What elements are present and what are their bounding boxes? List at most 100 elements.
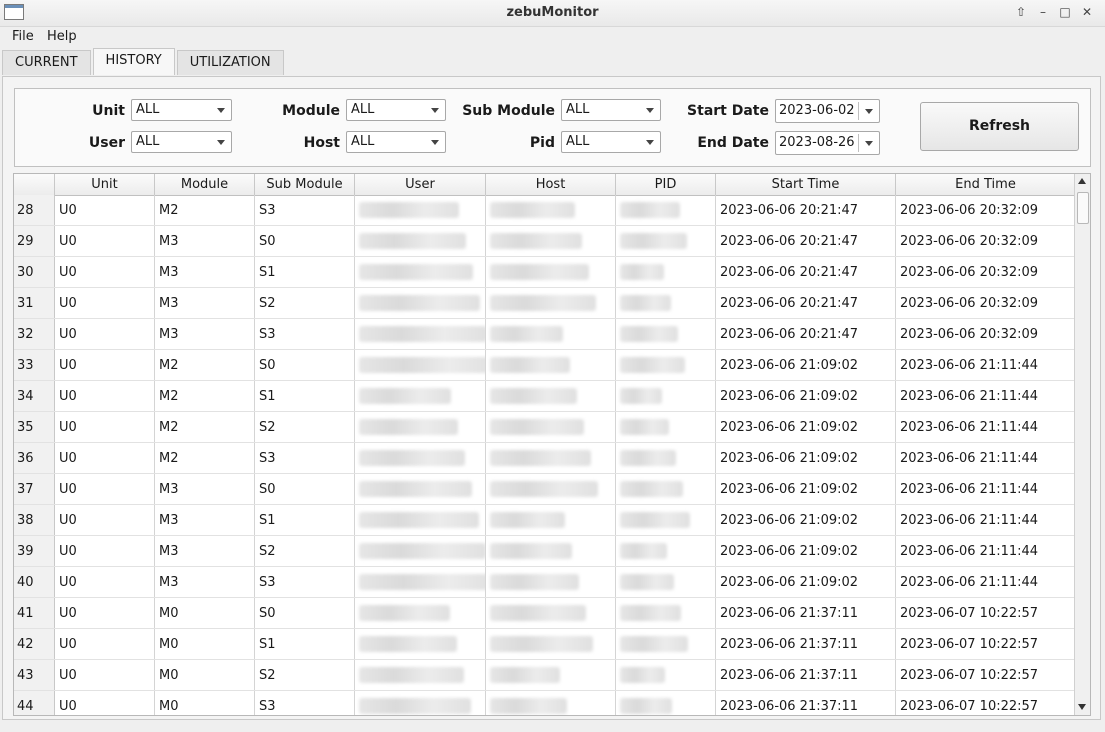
menu-bar: File Help bbox=[0, 26, 1105, 48]
end-time-cell: 2023-06-06 21:11:44 bbox=[896, 381, 1076, 411]
redacted-value bbox=[490, 419, 584, 435]
column-header-pid[interactable]: PID bbox=[616, 174, 716, 195]
redacted-value bbox=[490, 481, 598, 497]
tab-history[interactable]: HISTORY bbox=[92, 48, 175, 75]
redacted-value bbox=[359, 450, 465, 466]
module-cell: M3 bbox=[155, 226, 255, 256]
user-cell bbox=[355, 226, 486, 256]
close-icon[interactable]: ✕ bbox=[1077, 3, 1097, 21]
redacted-value bbox=[359, 512, 479, 528]
column-header-user[interactable]: User bbox=[355, 174, 486, 195]
table-row[interactable]: 40 U0 M3 S3 2023-06-06 21:09:02 2023-06-06 21… bbox=[14, 567, 1076, 598]
table-row[interactable]: 31 U0 M3 S2 2023-06-06 20:21:47 2023-06-06 20… bbox=[14, 288, 1076, 319]
submodule-cell: S2 bbox=[255, 660, 355, 690]
row-number: 37 bbox=[14, 474, 55, 504]
minimize-icon[interactable]: – bbox=[1033, 3, 1053, 21]
column-header-host[interactable]: Host bbox=[486, 174, 616, 195]
maximize-icon[interactable]: □ bbox=[1055, 3, 1075, 21]
tab-current[interactable]: CURRENT bbox=[2, 50, 91, 75]
user-cell bbox=[355, 319, 486, 349]
end-time-cell: 2023-06-06 20:32:09 bbox=[896, 319, 1076, 349]
submodule-select[interactable]: ALL bbox=[561, 99, 661, 121]
pid-cell bbox=[616, 629, 716, 659]
host-cell bbox=[486, 412, 616, 442]
module-select[interactable]: ALL bbox=[346, 99, 446, 121]
column-header-module[interactable]: Module bbox=[155, 174, 255, 195]
redacted-value bbox=[490, 233, 582, 249]
column-header-submodule[interactable]: Sub Module bbox=[255, 174, 355, 195]
submodule-cell: S2 bbox=[255, 288, 355, 318]
column-header-start-time[interactable]: Start Time bbox=[716, 174, 896, 195]
table-row[interactable]: 37 U0 M3 S0 2023-06-06 21:09:02 2023-06-06 21… bbox=[14, 474, 1076, 505]
user-cell bbox=[355, 474, 486, 504]
unit-cell: U0 bbox=[55, 350, 155, 380]
table-row[interactable]: 28 U0 M2 S3 2023-06-06 20:21:47 2023-06-06 20… bbox=[14, 195, 1076, 226]
host-cell bbox=[486, 319, 616, 349]
column-header-end-time[interactable]: End Time bbox=[896, 174, 1076, 195]
module-cell: M0 bbox=[155, 598, 255, 628]
table-row[interactable]: 29 U0 M3 S0 2023-06-06 20:21:47 2023-06-06 20… bbox=[14, 226, 1076, 257]
module-cell: M3 bbox=[155, 505, 255, 535]
tab-utilization[interactable]: UTILIZATION bbox=[176, 50, 284, 75]
table-row[interactable]: 43 U0 M0 S2 2023-06-06 21:37:11 2023-06-07 10… bbox=[14, 660, 1076, 691]
redacted-value bbox=[490, 512, 565, 528]
redacted-value bbox=[359, 636, 457, 652]
redacted-value bbox=[620, 512, 690, 528]
table-row[interactable]: 44 U0 M0 S3 2023-06-06 21:37:11 2023-06-07 10… bbox=[14, 691, 1076, 715]
unit-cell: U0 bbox=[55, 443, 155, 473]
start-time-cell: 2023-06-06 21:37:11 bbox=[716, 629, 896, 659]
table-row[interactable]: 34 U0 M2 S1 2023-06-06 21:09:02 2023-06-06 21… bbox=[14, 381, 1076, 412]
refresh-button[interactable]: Refresh bbox=[920, 102, 1079, 151]
table-row[interactable]: 35 U0 M2 S2 2023-06-06 21:09:02 2023-06-06 21… bbox=[14, 412, 1076, 443]
module-cell: M0 bbox=[155, 629, 255, 659]
redacted-value bbox=[359, 543, 485, 559]
host-cell bbox=[486, 505, 616, 535]
row-number: 32 bbox=[14, 319, 55, 349]
table-row[interactable]: 32 U0 M3 S3 2023-06-06 20:21:47 2023-06-06 20… bbox=[14, 319, 1076, 350]
pid-cell bbox=[616, 257, 716, 287]
vertical-scrollbar[interactable] bbox=[1074, 174, 1090, 715]
redacted-value bbox=[490, 388, 577, 404]
host-cell bbox=[486, 567, 616, 597]
unit-select[interactable]: ALL bbox=[131, 99, 232, 121]
menu-file[interactable]: File bbox=[12, 29, 34, 44]
table-row[interactable]: 42 U0 M0 S1 2023-06-06 21:37:11 2023-06-07 10… bbox=[14, 629, 1076, 660]
unit-cell: U0 bbox=[55, 660, 155, 690]
end-date-input[interactable]: 2023-08-26 bbox=[775, 131, 880, 155]
row-number: 35 bbox=[14, 412, 55, 442]
end-time-cell: 2023-06-06 21:11:44 bbox=[896, 567, 1076, 597]
host-select[interactable]: ALL bbox=[346, 131, 446, 153]
end-time-cell: 2023-06-07 10:22:57 bbox=[896, 660, 1076, 690]
user-select[interactable]: ALL bbox=[131, 131, 232, 153]
unit-cell: U0 bbox=[55, 319, 155, 349]
redacted-value bbox=[620, 295, 671, 311]
submodule-cell: S1 bbox=[255, 257, 355, 287]
host-cell bbox=[486, 629, 616, 659]
redacted-value bbox=[620, 388, 662, 404]
row-number: 42 bbox=[14, 629, 55, 659]
pid-select[interactable]: ALL bbox=[561, 131, 661, 153]
keep-above-icon[interactable]: ⇧ bbox=[1011, 3, 1031, 21]
menu-help[interactable]: Help bbox=[47, 29, 77, 44]
scroll-down-icon[interactable] bbox=[1078, 704, 1086, 710]
table-row[interactable]: 38 U0 M3 S1 2023-06-06 21:09:02 2023-06-06 21… bbox=[14, 505, 1076, 536]
host-cell bbox=[486, 598, 616, 628]
table-row[interactable]: 33 U0 M2 S0 2023-06-06 21:09:02 2023-06-06 21… bbox=[14, 350, 1076, 381]
scroll-up-icon[interactable] bbox=[1078, 178, 1086, 184]
table-row[interactable]: 41 U0 M0 S0 2023-06-06 21:37:11 2023-06-07 10… bbox=[14, 598, 1076, 629]
table-row[interactable]: 30 U0 M3 S1 2023-06-06 20:21:47 2023-06-06 20… bbox=[14, 257, 1076, 288]
submodule-cell: S0 bbox=[255, 226, 355, 256]
table-row[interactable]: 39 U0 M3 S2 2023-06-06 21:09:02 2023-06-06 21… bbox=[14, 536, 1076, 567]
module-cell: M2 bbox=[155, 195, 255, 225]
start-time-cell: 2023-06-06 21:09:02 bbox=[716, 474, 896, 504]
scroll-thumb[interactable] bbox=[1077, 192, 1089, 224]
pid-cell bbox=[616, 350, 716, 380]
unit-cell: U0 bbox=[55, 536, 155, 566]
table-row[interactable]: 36 U0 M2 S3 2023-06-06 21:09:02 2023-06-06 21… bbox=[14, 443, 1076, 474]
chevron-down-icon bbox=[646, 140, 654, 145]
start-time-cell: 2023-06-06 21:09:02 bbox=[716, 536, 896, 566]
chevron-down-icon bbox=[646, 108, 654, 113]
start-date-input[interactable]: 2023-06-02 bbox=[775, 99, 880, 123]
column-header-unit[interactable]: Unit bbox=[55, 174, 155, 195]
host-cell bbox=[486, 381, 616, 411]
